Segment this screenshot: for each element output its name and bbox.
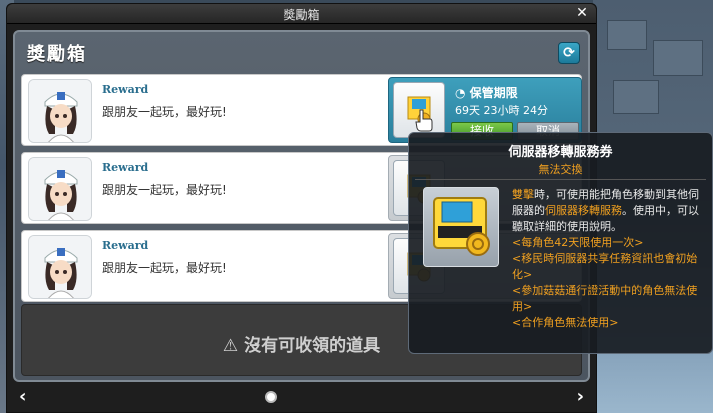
item-tooltip: 伺服器移轉服務券 無法交換 雙擊時，可使用能把角色移動到其他伺服器的伺服器移轉服… [408, 132, 713, 354]
stone-block [653, 40, 703, 76]
tooltip-note: <合作角色無法使用> [512, 316, 619, 329]
tooltip-divider [415, 179, 706, 180]
tooltip-body: 雙擊時，可使用能把角色移動到其他伺服器的伺服器移轉服務。使用中，可以聽取詳細的使… [512, 187, 704, 331]
expire-value: 69天 23小時 24分 [455, 104, 548, 117]
tooltip-note: <移民時伺服器共享任務資訊也會初始化> [512, 252, 698, 281]
close-button[interactable]: ✕ [574, 5, 590, 21]
tooltip-hl-lead: 雙擊 [512, 188, 534, 201]
reward-title: Reward [102, 239, 149, 252]
prev-page-button[interactable]: ‹ [19, 386, 26, 407]
expire-label: ◔ 保管期限 [455, 86, 518, 100]
warning-icon: ⚠ [222, 336, 245, 356]
reward-title: Reward [102, 83, 149, 96]
window-title: 獎勵箱 [283, 8, 320, 22]
pager: ‹ › [7, 384, 596, 410]
avatar [28, 157, 92, 221]
tooltip-note: <每角色42天限使用一次> [512, 236, 644, 249]
tooltip-subtitle: 無法交換 [538, 163, 583, 176]
clock-icon: ◔ [455, 86, 470, 100]
window-titlebar: 獎勵箱 ✕ [7, 4, 596, 24]
refresh-button[interactable]: ⟳ [558, 42, 580, 64]
reward-message: 跟朋友一起玩，最好玩! [102, 261, 227, 275]
stone-block [613, 80, 659, 114]
page-indicator-dot[interactable] [265, 391, 277, 403]
reward-message: 跟朋友一起玩，最好玩! [102, 105, 227, 119]
stone-block [607, 20, 647, 50]
avatar [28, 235, 92, 299]
tooltip-title: 伺服器移轉服務券 [508, 145, 613, 160]
ticket-icon [423, 187, 499, 267]
refresh-icon: ⟳ [563, 45, 575, 61]
tooltip-note: <參加菇菇通行證活動中的角色無法使用> [512, 284, 698, 313]
next-page-button[interactable]: › [577, 386, 584, 407]
avatar [28, 79, 92, 143]
reward-title: Reward [102, 161, 149, 174]
panel-title: 獎勵箱 [27, 44, 87, 65]
tooltip-hl-service: 伺服器移轉服務 [545, 204, 622, 217]
reward-message: 跟朋友一起玩，最好玩! [102, 183, 227, 197]
